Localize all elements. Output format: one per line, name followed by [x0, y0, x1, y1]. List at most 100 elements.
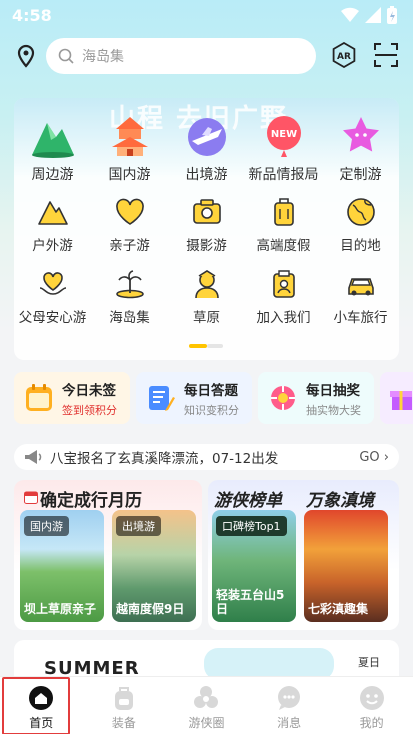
signal-icon [365, 7, 381, 23]
subcategory-label: 摄影游 [186, 238, 227, 254]
lottery-entry[interactable]: 每日抽奖 抽实物大奖 [258, 372, 374, 424]
trip-caption: 七彩滇趣集 [308, 602, 369, 616]
grassland-person-icon [194, 270, 219, 299]
featured-lists: 确定成行月历 国内游 坝上草原亲子 出境游 越南度假9日 游侠榜单 万象滇境 口… [14, 480, 399, 630]
summer-banner[interactable]: SUMMER 夏日 [14, 640, 399, 680]
tab-equipment[interactable]: 装备 [83, 677, 166, 734]
search-box[interactable]: 海岛集 [46, 38, 316, 74]
status-time: 4:58 [12, 5, 52, 25]
subcategory-qinzi[interactable]: 亲子游 [91, 196, 168, 254]
trip-tag: 口碑榜Top1 [216, 516, 287, 536]
chat-bubble-icon [278, 686, 301, 710]
join-badge-icon [272, 270, 295, 298]
ranking-list-panel: 游侠榜单 万象滇境 口碑榜Top1 轻装五台山5日 七彩滇趣集 [208, 480, 399, 630]
ar-icon[interactable]: AR [331, 42, 357, 68]
sub-category-row-1: 户外游 亲子游 摄影游 高端度假 目的地 [14, 196, 399, 254]
top-bar: 海岛集 AR [0, 36, 413, 76]
search-placeholder: 海岛集 [82, 49, 124, 65]
trip-card-vietnam[interactable]: 出境游 越南度假9日 [112, 510, 196, 622]
category-label: 周边游 [31, 167, 74, 183]
mountain-icon [29, 112, 77, 160]
subcategory-xiaoche[interactable]: 小车旅行 [322, 268, 399, 326]
island-icon [115, 270, 144, 299]
tab-label: 消息 [277, 716, 302, 730]
tab-label: 我的 [359, 716, 384, 730]
heart-icon [115, 198, 144, 225]
trip-caption: 坝上草原亲子 [24, 602, 97, 616]
category-chujing[interactable]: 出境游 [168, 112, 245, 184]
tab-profile[interactable]: 我的 [330, 677, 413, 734]
tab-label: 装备 [111, 716, 136, 730]
bottom-tab-bar: 首页 装备 游侠圈 消息 我的 [0, 676, 413, 734]
luggage-icon [273, 198, 294, 226]
calendar-small-icon [24, 491, 38, 504]
selected-tab-highlight [2, 677, 70, 734]
summer-right-text: 夏日 [358, 656, 380, 669]
trip-caption: 轻装五台山5日 [216, 588, 285, 616]
subcategory-label: 高端度假 [256, 238, 311, 254]
page-dot [207, 344, 223, 348]
quick-entries: 今日未签 签到领积分 每日答题 知识变积分 每日抽奖 抽实物大奖 [14, 372, 413, 424]
calendar-list-title: 确定成行月历 [40, 491, 142, 511]
backpack-icon [114, 687, 133, 710]
subcategory-fumu[interactable]: 父母安心游 [14, 268, 91, 326]
subcategory-label: 父母安心游 [18, 310, 87, 326]
category-label: 定制游 [339, 167, 382, 183]
subcategory-label: 小车旅行 [333, 310, 388, 326]
subcategory-huwai[interactable]: 户外游 [14, 196, 91, 254]
outdoor-mountain-icon [37, 201, 68, 225]
search-icon [58, 48, 74, 64]
smiley-face-icon [359, 686, 384, 710]
checkin-entry[interactable]: 今日未签 签到领积分 [14, 372, 130, 424]
trip-tag: 出境游 [116, 516, 161, 536]
trip-card-yunnan[interactable]: 七彩滇趣集 [304, 510, 388, 622]
subcategory-label: 目的地 [340, 238, 381, 254]
category-zhoubian[interactable]: 周边游 [14, 112, 91, 184]
tab-circle[interactable]: 游侠圈 [165, 677, 248, 734]
trip-card-bashang[interactable]: 国内游 坝上草原亲子 [20, 510, 104, 622]
star-icon [337, 112, 385, 160]
wifi-icon [341, 7, 359, 23]
ranking-list-title: 游侠榜单 [214, 491, 282, 511]
category-xinpin[interactable]: NEW 新品情报局 [245, 112, 322, 184]
checkin-subtitle: 签到领积分 [62, 403, 117, 417]
status-bar: 4:58 [0, 0, 413, 30]
camera-icon [192, 199, 221, 224]
yunnan-list-title: 万象滇境 [306, 491, 374, 511]
subcategory-sheying[interactable]: 摄影游 [168, 196, 245, 254]
pencil-icon [149, 386, 175, 411]
gift-entry[interactable] [380, 372, 413, 424]
location-pin-icon[interactable] [14, 44, 38, 68]
subcategory-haidao[interactable]: 海岛集 [91, 268, 168, 326]
lottery-title: 每日抽奖 [306, 382, 360, 399]
quiz-title: 每日答题 [184, 382, 238, 399]
subcategory-caoyuan[interactable]: 草原 [168, 268, 245, 326]
trip-caption: 越南度假9日 [116, 602, 185, 616]
quiz-entry[interactable]: 每日答题 知识变积分 [136, 372, 252, 424]
trip-tag: 国内游 [24, 516, 69, 536]
gift-icon [390, 391, 412, 410]
plane-icon [183, 112, 231, 160]
category-dingzhi[interactable]: 定制游 [322, 112, 399, 184]
subcategory-mudidi[interactable]: 目的地 [322, 196, 399, 254]
new-badge-text: NEW [270, 129, 296, 140]
category-menu-card: 山程 去旧广野 周边游 国内游 出境游 NEW 新品情报局 定制游 户外游 亲子… [14, 98, 399, 360]
scan-icon[interactable] [373, 42, 399, 68]
tab-label: 游侠圈 [188, 716, 225, 730]
tab-messages[interactable]: 消息 [248, 677, 331, 734]
lottery-icon [271, 386, 295, 410]
notice-go-button[interactable]: GO › [359, 450, 389, 465]
subcategory-label: 加入我们 [256, 310, 311, 326]
quiz-subtitle: 知识变积分 [184, 403, 239, 417]
trip-card-wutai[interactable]: 口碑榜Top1 轻装五台山5日 [212, 510, 296, 622]
category-guonei[interactable]: 国内游 [91, 112, 168, 184]
subcategory-label: 户外游 [32, 238, 73, 254]
checkin-title: 今日未签 [62, 382, 116, 399]
notice-bar[interactable]: 八宝报名了玄真溪降漂流，07-12出发 GO › [14, 444, 399, 470]
category-label: 国内游 [108, 167, 151, 183]
subcategory-jiaru[interactable]: 加入我们 [245, 268, 322, 326]
main-category-row: 周边游 国内游 出境游 NEW 新品情报局 定制游 [14, 112, 399, 184]
subcategory-gaoduan[interactable]: 高端度假 [245, 196, 322, 254]
battery-icon [387, 6, 397, 24]
calendar-icon [26, 384, 52, 411]
